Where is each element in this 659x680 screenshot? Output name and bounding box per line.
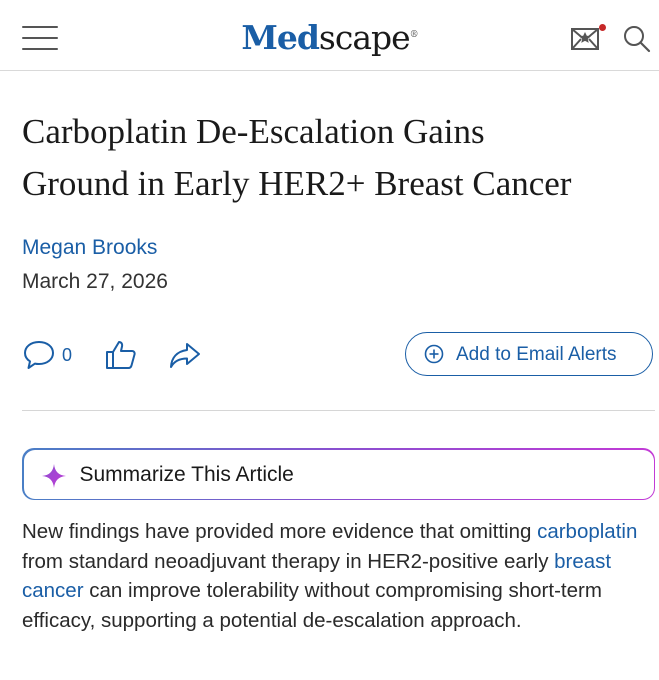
share-button[interactable]	[168, 338, 202, 377]
top-header: Medscape®	[0, 0, 659, 71]
divider	[22, 410, 655, 411]
notification-dot	[599, 24, 606, 31]
summarize-label: Summarize This Article	[79, 462, 294, 486]
publish-date: March 27, 2026	[22, 270, 168, 293]
sparkle-icon	[41, 463, 66, 488]
body-text-3: can improve tolerability without comprom…	[22, 579, 602, 632]
body-text-2: from standard neoadjuvant therapy in HER…	[22, 549, 555, 573]
add-email-alerts-label: Add to Email Alerts	[456, 344, 617, 365]
plus-circle-icon	[424, 344, 444, 364]
comment-count: 0	[62, 345, 73, 365]
carboplatin-link[interactable]: carboplatin	[537, 520, 637, 543]
search-icon[interactable]	[622, 24, 652, 54]
author-link[interactable]: Megan Brooks	[22, 236, 157, 260]
article-lead-paragraph: New findings have provided more evidence…	[22, 517, 654, 635]
logo-med: Med	[241, 18, 320, 57]
share-arrow-icon	[170, 343, 200, 368]
comment-icon	[24, 341, 54, 369]
comment-button[interactable]: 0	[22, 338, 72, 377]
like-button[interactable]	[104, 338, 138, 377]
body-text-1: New findings have provided more evidence…	[22, 520, 538, 543]
logo-registered-mark: ®	[409, 30, 419, 40]
logo-scape: scape	[318, 18, 411, 57]
medscape-logo[interactable]: Medscape®	[0, 18, 659, 57]
summarize-article-button[interactable]: Summarize This Article	[22, 448, 655, 500]
add-email-alerts-button[interactable]: Add to Email Alerts	[405, 332, 653, 376]
title-line-2: Ground in Early HER2+ Breast Cancer	[22, 164, 572, 203]
title-line-1: Carboplatin De-Escalation Gains	[22, 112, 485, 151]
mail-star-icon[interactable]	[570, 22, 606, 56]
thumbs-up-icon	[106, 341, 136, 369]
article-title: Carboplatin De-Escalation Gains Ground in…	[22, 106, 642, 210]
